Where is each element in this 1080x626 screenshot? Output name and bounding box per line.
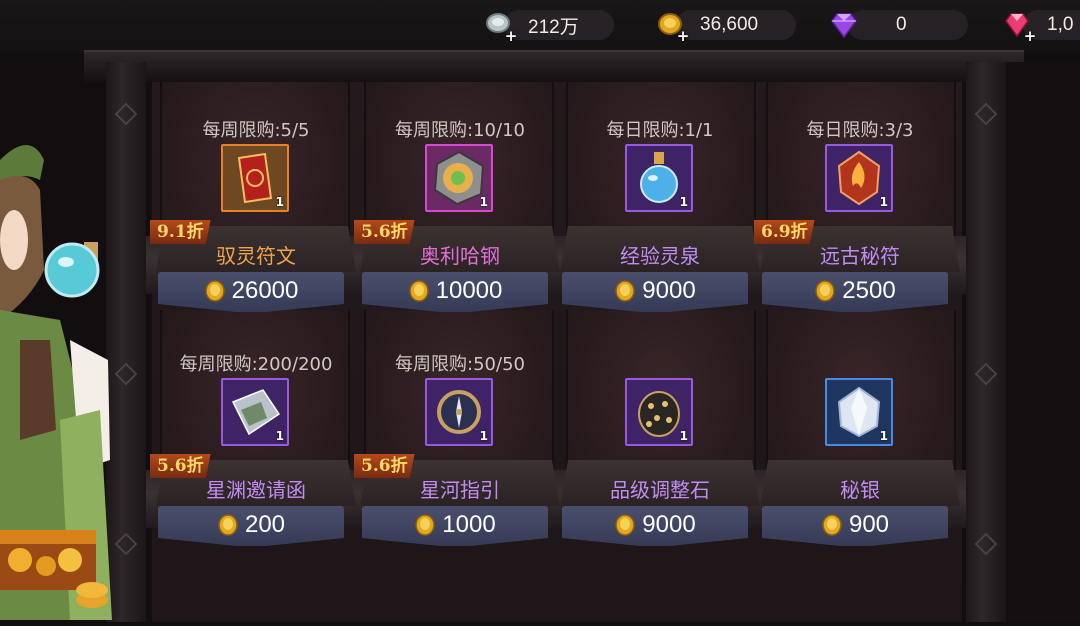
buy-button[interactable]: 2500 — [762, 276, 948, 306]
buy-button[interactable]: 900 — [762, 510, 948, 540]
item-price: 9000 — [642, 511, 696, 538]
buy-button[interactable]: 10000 — [362, 276, 548, 306]
shop-item[interactable]: 1 秘银 900 — [760, 350, 960, 580]
item-quantity: 1 — [879, 195, 888, 209]
red-card-icon[interactable]: 1 — [221, 144, 289, 212]
item-price: 1000 — [442, 511, 496, 538]
gold-coin-icon — [815, 280, 836, 302]
potion-flask-icon[interactable]: 1 — [625, 144, 693, 212]
item-price: 2500 — [842, 277, 896, 304]
cabinet-pillar-left — [106, 62, 146, 622]
cabinet-top — [84, 50, 1024, 82]
purple-diamond-value: 0 — [896, 14, 907, 35]
cabinet-pillar-right — [966, 62, 1006, 622]
add-gold-icon[interactable]: + — [676, 29, 690, 44]
buy-button[interactable]: 200 — [158, 510, 344, 540]
item-name: 驭灵符文 — [216, 244, 296, 268]
currency-gold[interactable]: + 36,600 — [656, 8, 796, 44]
currency-purple-diamond[interactable]: 0 — [828, 8, 968, 42]
currency-bar: + 212万 + 36,600 0 + 1,0 — [0, 0, 1080, 52]
item-quantity: 1 — [679, 429, 688, 443]
item-quantity: 1 — [679, 195, 688, 209]
item-price: 10000 — [435, 277, 503, 304]
shop-item[interactable]: 每周限购:200/200 1 5.6折 星渊邀请函 200 — [150, 350, 356, 580]
item-name: 星河指引 — [420, 478, 500, 502]
gold-value: 36,600 — [700, 14, 759, 35]
treasure-chest — [0, 520, 110, 622]
gold-coin-icon: + — [656, 9, 690, 44]
add-pink-diamond-icon[interactable]: + — [1023, 29, 1037, 44]
item-name: 经验灵泉 — [620, 244, 700, 268]
item-quantity: 1 — [879, 429, 888, 443]
adjust-stone-icon[interactable]: 1 — [625, 378, 693, 446]
shop-item[interactable]: 每周限购:50/50 1 5.6折 星河指引 1000 — [354, 350, 560, 580]
item-price: 200 — [244, 511, 286, 538]
pink-diamond-icon: + — [1003, 9, 1037, 44]
buy-button[interactable]: 9000 — [562, 510, 748, 540]
buy-button[interactable]: 9000 — [562, 276, 748, 306]
gold-coin-icon — [218, 514, 238, 536]
fire-crest-icon[interactable]: 1 — [825, 144, 893, 212]
shop-item[interactable]: 每周限购:5/5 1 9.1折 驭灵符文 26000 — [150, 116, 356, 346]
item-quantity: 1 — [479, 429, 488, 443]
currency-silver[interactable]: + 212万 — [484, 8, 614, 44]
buy-button[interactable]: 26000 — [158, 276, 344, 306]
shop-item[interactable]: 每周限购:10/10 1 5.6折 奥利哈钢 10000 — [354, 116, 560, 346]
item-name: 品级调整石 — [610, 478, 710, 502]
gold-coin-icon — [415, 514, 436, 536]
item-quantity: 1 — [275, 195, 284, 209]
gold-coin-icon — [615, 280, 636, 302]
add-silver-icon[interactable]: + — [504, 29, 518, 44]
purple-diamond-icon — [828, 9, 860, 41]
buy-button[interactable]: 1000 — [362, 510, 548, 540]
purchase-limit: 每日限购:3/3 — [806, 120, 914, 141]
item-name: 奥利哈钢 — [420, 244, 500, 268]
currency-pink-diamond[interactable]: + 1,0 — [1003, 8, 1080, 44]
purchase-limit: 每周限购:200/200 — [179, 354, 333, 375]
purchase-limit: 每日限购:1/1 — [606, 120, 714, 141]
purchase-limit: 每周限购:5/5 — [202, 120, 310, 141]
shop-item[interactable]: 每日限购:1/1 1 经验灵泉 9000 — [560, 116, 760, 346]
shop-item[interactable]: 每日限购:3/3 1 6.9折 远古秘符 2500 — [754, 116, 960, 346]
silver-coin-icon: + — [484, 9, 518, 44]
item-name: 星渊邀请函 — [206, 478, 306, 502]
item-name: 远古秘符 — [820, 244, 900, 268]
shop-item[interactable]: 1 品级调整石 9000 — [560, 350, 760, 580]
gold-coin-icon — [204, 280, 225, 302]
gold-coin-icon — [615, 514, 636, 536]
purchase-limit: 每周限购:10/10 — [395, 120, 525, 141]
right-wall — [1006, 62, 1080, 622]
star-compass-icon[interactable]: 1 — [425, 378, 493, 446]
item-price: 26000 — [231, 277, 299, 304]
item-quantity: 1 — [275, 429, 284, 443]
item-quantity: 1 — [479, 195, 488, 209]
mithril-gem-icon[interactable]: 1 — [825, 378, 893, 446]
gold-coin-icon — [408, 280, 429, 302]
orichalcum-ore-icon[interactable]: 1 — [425, 144, 493, 212]
item-price: 9000 — [642, 277, 696, 304]
silver-value: 212万 — [528, 16, 579, 38]
gold-coin-icon — [822, 514, 842, 536]
purchase-limit: 每周限购:50/50 — [395, 354, 525, 375]
item-price: 900 — [848, 511, 890, 538]
item-name: 秘银 — [840, 478, 880, 502]
pink-diamond-value: 1,0 — [1047, 14, 1074, 35]
crystal-envelope-icon[interactable]: 1 — [221, 378, 289, 446]
